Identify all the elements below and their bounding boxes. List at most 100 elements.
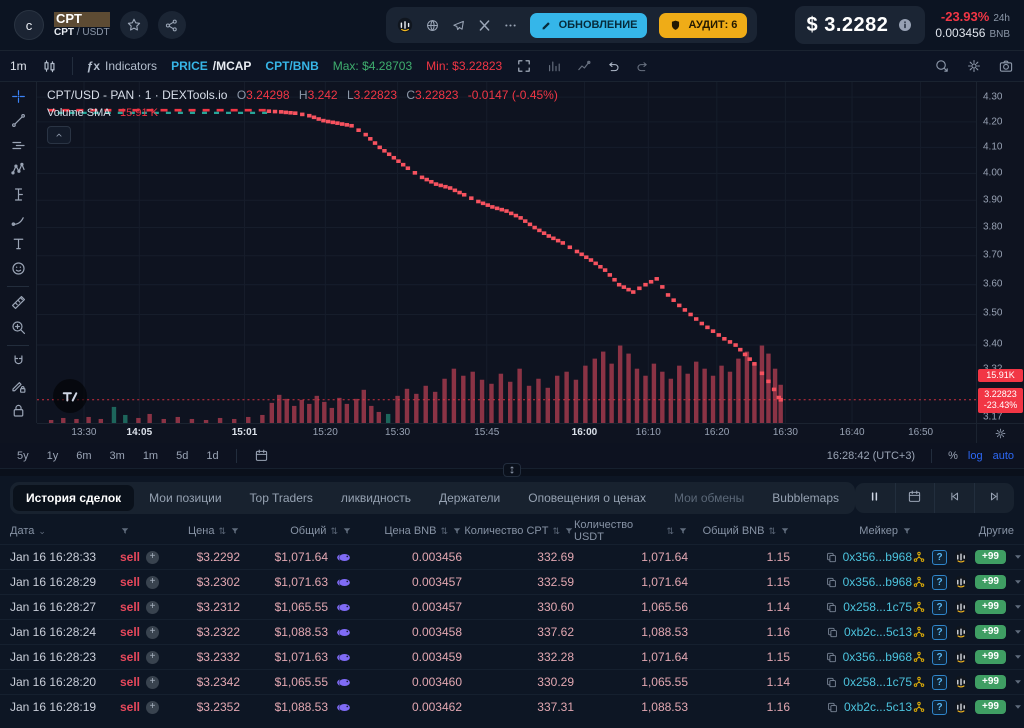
maker-address[interactable]: 0x356...b968 xyxy=(843,550,912,564)
row-dropdown-icon[interactable] xyxy=(1012,576,1024,588)
more-count-badge[interactable]: +99 xyxy=(975,700,1006,714)
trade-row[interactable]: Jan 16 16:28:19sell+$3.2352$1,088.530.00… xyxy=(0,694,1024,719)
timeframe-1d[interactable]: 1d xyxy=(199,448,225,464)
maker-address[interactable]: 0xb2c...5c13 xyxy=(844,625,912,639)
tool-magnet[interactable] xyxy=(5,352,31,374)
audit-button[interactable]: АУДИТ: 6 xyxy=(659,13,747,38)
network-graph-icon[interactable] xyxy=(912,600,926,614)
log-scale-button[interactable]: log xyxy=(968,450,983,462)
timeframe-5y[interactable]: 5y xyxy=(10,448,36,464)
more-count-badge[interactable]: +99 xyxy=(975,675,1006,689)
more-count-badge[interactable]: +99 xyxy=(975,625,1006,639)
more-count-badge[interactable]: +99 xyxy=(975,550,1006,564)
question-icon[interactable]: ? xyxy=(932,700,947,715)
question-icon[interactable]: ? xyxy=(932,600,947,615)
skip-forward-button[interactable] xyxy=(974,483,1014,513)
candle-style-button[interactable] xyxy=(41,58,58,75)
row-dropdown-icon[interactable] xyxy=(1012,676,1024,688)
tab-1[interactable]: Мои позиции xyxy=(136,485,234,511)
row-dropdown-icon[interactable] xyxy=(1012,601,1024,613)
network-graph-icon[interactable] xyxy=(912,700,926,714)
filter-funnel-icon[interactable] xyxy=(342,526,352,536)
tool-emoji[interactable] xyxy=(5,259,31,281)
copy-address-icon[interactable] xyxy=(825,676,838,689)
column-header-3[interactable]: Общий⇅ xyxy=(240,525,352,537)
cmc-icon[interactable] xyxy=(953,549,969,565)
chart-plot[interactable]: CPT/USD - PAN · 1 · DEXTools.io O3.24298… xyxy=(37,82,976,423)
legend-collapse-button[interactable] xyxy=(47,126,71,144)
add-filter-icon[interactable]: + xyxy=(146,701,159,714)
tool-position[interactable] xyxy=(5,185,31,207)
copy-address-icon[interactable] xyxy=(825,601,838,614)
question-icon[interactable]: ? xyxy=(932,625,947,640)
filter-funnel-icon[interactable] xyxy=(902,526,912,536)
trade-row[interactable]: Jan 16 16:28:27sell+$3.2312$1,065.550.00… xyxy=(0,594,1024,619)
copy-address-icon[interactable] xyxy=(825,576,838,589)
interval-button[interactable]: 1m xyxy=(10,59,27,73)
network-graph-icon[interactable] xyxy=(912,675,926,689)
network-graph-icon[interactable] xyxy=(912,550,926,564)
tab-2[interactable]: Top Traders xyxy=(237,485,326,511)
more-count-badge[interactable]: +99 xyxy=(975,600,1006,614)
update-button[interactable]: ОБНОВЛЕНИЕ xyxy=(530,13,648,38)
trade-row[interactable]: Jan 16 16:28:24sell+$3.2322$1,088.530.00… xyxy=(0,619,1024,644)
question-icon[interactable]: ? xyxy=(932,675,947,690)
tool-zoom-in[interactable] xyxy=(5,318,31,340)
timeframe-1y[interactable]: 1y xyxy=(40,448,66,464)
add-filter-icon[interactable]: + xyxy=(146,601,159,614)
cmc-icon[interactable] xyxy=(953,624,969,640)
trade-row[interactable]: Jan 16 16:28:20sell+$3.2342$1,065.550.00… xyxy=(0,669,1024,694)
maker-address[interactable]: 0x258...1c75 xyxy=(843,600,912,614)
row-dropdown-icon[interactable] xyxy=(1012,701,1024,713)
cmc-icon[interactable] xyxy=(953,699,969,715)
column-header-5[interactable]: Количество CPT⇅ xyxy=(462,525,574,537)
more-count-badge[interactable]: +99 xyxy=(975,575,1006,589)
price-axis[interactable]: 4.304.204.104.003.903.803.703.603.503.40… xyxy=(976,82,1024,423)
x-twitter-icon[interactable] xyxy=(477,18,492,33)
clock-label[interactable]: 16:28:42 (UTC+3) xyxy=(827,450,915,462)
compare-button[interactable] xyxy=(576,58,592,74)
row-dropdown-icon[interactable] xyxy=(1012,651,1024,663)
time-axis[interactable]: 13:3014:0515:0115:2015:3015:4516:0016:10… xyxy=(37,423,976,443)
trade-row[interactable]: Jan 16 16:28:33sell+$3.2292$1,071.640.00… xyxy=(0,544,1024,569)
axis-settings-button[interactable] xyxy=(976,423,1024,443)
favorite-button[interactable] xyxy=(120,11,148,39)
copy-address-icon[interactable] xyxy=(825,651,838,664)
tab-3[interactable]: ликвидность xyxy=(328,485,424,511)
cmc-icon[interactable] xyxy=(953,674,969,690)
calendar-button[interactable] xyxy=(895,483,935,513)
tool-ruler[interactable] xyxy=(5,293,31,315)
network-graph-icon[interactable] xyxy=(912,650,926,664)
column-header-6[interactable]: Количество USDT⇅ xyxy=(574,519,688,543)
panel-splitter[interactable] xyxy=(0,468,1024,476)
filter-funnel-icon[interactable] xyxy=(230,526,240,536)
filter-funnel-icon[interactable] xyxy=(564,526,574,536)
snapshot-button[interactable] xyxy=(998,58,1014,74)
filter-funnel-icon[interactable] xyxy=(452,526,462,536)
chart-settings-button[interactable] xyxy=(966,58,982,74)
info-icon[interactable] xyxy=(897,17,913,33)
column-header-1[interactable] xyxy=(120,526,172,536)
add-filter-icon[interactable]: + xyxy=(146,551,159,564)
more-dots-icon[interactable] xyxy=(503,18,518,33)
column-header-0[interactable]: Дата⌄ xyxy=(10,525,120,537)
cmc-icon[interactable] xyxy=(953,574,969,590)
tool-channel[interactable] xyxy=(5,136,31,158)
trade-row[interactable]: Jan 16 16:28:29sell+$3.2302$1,071.630.00… xyxy=(0,569,1024,594)
share-button[interactable] xyxy=(158,11,186,39)
question-icon[interactable]: ? xyxy=(932,650,947,665)
filter-funnel-icon[interactable] xyxy=(120,526,130,536)
timeframe-6m[interactable]: 6m xyxy=(69,448,98,464)
price-mcap-toggle[interactable]: PRICE/MCAP xyxy=(171,59,251,73)
add-filter-icon[interactable]: + xyxy=(146,626,159,639)
copy-address-icon[interactable] xyxy=(825,551,838,564)
telegram-icon[interactable] xyxy=(451,18,466,33)
tab-0[interactable]: История сделок xyxy=(13,485,134,511)
maker-address[interactable]: 0x356...b968 xyxy=(843,575,912,589)
row-dropdown-icon[interactable] xyxy=(1012,551,1024,563)
skip-back-button[interactable] xyxy=(934,483,974,513)
filter-funnel-icon[interactable] xyxy=(780,526,790,536)
tool-trend[interactable] xyxy=(5,112,31,134)
cmc-icon[interactable] xyxy=(396,16,414,34)
add-filter-icon[interactable]: + xyxy=(146,576,159,589)
